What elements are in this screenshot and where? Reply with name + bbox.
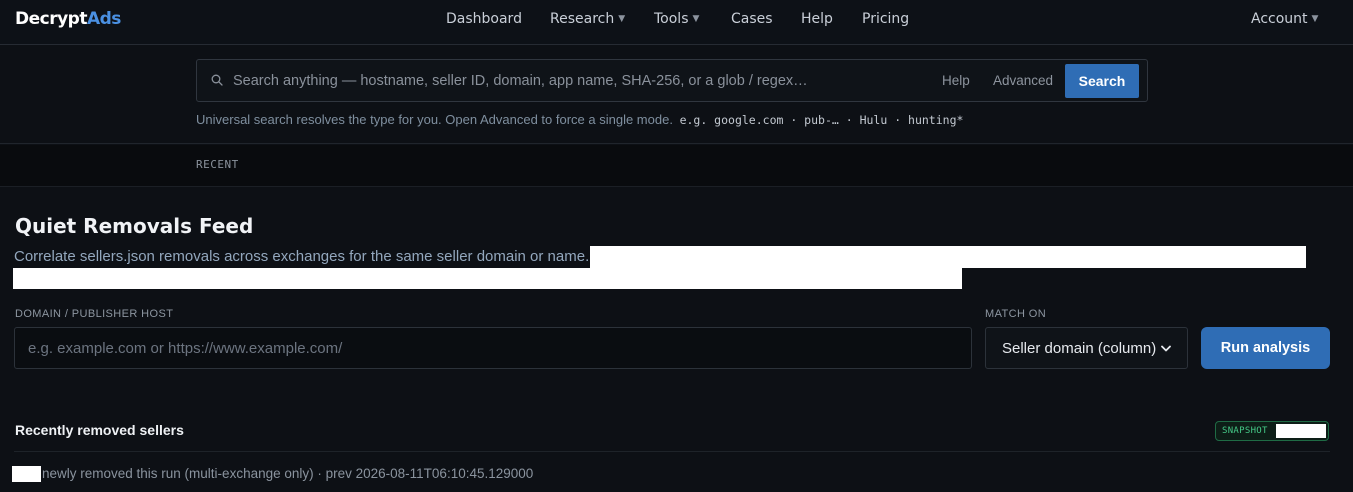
search-hint-examples: e.g. google.com · pub-… · Hulu · hunting…	[679, 113, 964, 127]
domain-field-label: DOMAIN / PUBLISHER HOST	[15, 308, 174, 320]
nav-item-label: Cases	[731, 11, 773, 27]
nav-item-label: Help	[801, 11, 833, 27]
account-menu[interactable]: Account ▼	[1251, 11, 1318, 27]
match-on-selected-value: Seller domain (column)	[1002, 339, 1157, 357]
caret-down-icon: ▼	[692, 14, 700, 24]
snapshot-badge-label: SNAPSHOT	[1222, 426, 1268, 436]
redacted-block	[12, 466, 41, 482]
snapshot-badge: SNAPSHOT	[1215, 421, 1329, 441]
search-button[interactable]: Search	[1065, 64, 1139, 98]
universal-search-section: Help Advanced Search Universal search re…	[0, 46, 1353, 144]
match-on-select[interactable]: Seller domain (column)	[985, 327, 1188, 369]
search-advanced-link[interactable]: Advanced	[993, 73, 1053, 88]
page-description: Correlate sellers.json removals across e…	[14, 248, 590, 265]
nav-item-cases[interactable]: Cases	[731, 11, 773, 27]
nav-item-label: Research	[550, 11, 615, 27]
run-analysis-button[interactable]: Run analysis	[1201, 327, 1330, 369]
nav-item-label: Pricing	[862, 11, 910, 27]
match-on-label: MATCH ON	[985, 308, 1047, 320]
search-box: Help Advanced Search	[196, 59, 1148, 102]
nav-item-label: Dashboard	[446, 11, 522, 27]
chevron-down-icon	[1161, 345, 1171, 351]
account-menu-label: Account	[1251, 11, 1308, 27]
search-help-link[interactable]: Help	[942, 73, 970, 88]
section-divider	[14, 451, 1330, 452]
caret-down-icon: ▼	[1311, 14, 1319, 24]
nav-item-pricing[interactable]: Pricing	[862, 11, 909, 27]
recent-searches-bar: RECENT	[0, 145, 1353, 187]
redacted-block	[590, 246, 1306, 268]
nav-item-help[interactable]: Help	[801, 11, 833, 27]
nav-item-label: Tools	[654, 11, 689, 27]
nav-item-dashboard[interactable]: Dashboard	[446, 11, 522, 27]
search-hint: Universal search resolves the type for y…	[196, 112, 963, 127]
caret-down-icon: ▼	[618, 14, 626, 24]
top-navigation-bar: DecryptAds Dashboard Research ▼ Tools ▼ Ca…	[0, 0, 1353, 45]
recent-label: RECENT	[196, 158, 239, 171]
section-title: Recently removed sellers	[15, 422, 184, 438]
redacted-block	[13, 268, 962, 289]
search-icon	[211, 74, 223, 86]
nav-item-tools[interactable]: Tools ▼	[654, 11, 699, 27]
nav-item-research[interactable]: Research ▼	[550, 11, 625, 27]
removal-status-text: newly removed this run (multi-exchange o…	[42, 466, 534, 481]
brand-logo[interactable]: DecryptAds	[15, 9, 121, 29]
page-title: Quiet Removals Feed	[15, 214, 254, 238]
domain-input[interactable]	[14, 327, 972, 369]
redacted-block	[1276, 424, 1326, 438]
search-hint-text: Universal search resolves the type for y…	[196, 112, 673, 127]
brand-name-accent: Ads	[86, 9, 121, 29]
search-input[interactable]	[233, 68, 923, 94]
brand-name-primary: Decrypt	[15, 9, 87, 29]
